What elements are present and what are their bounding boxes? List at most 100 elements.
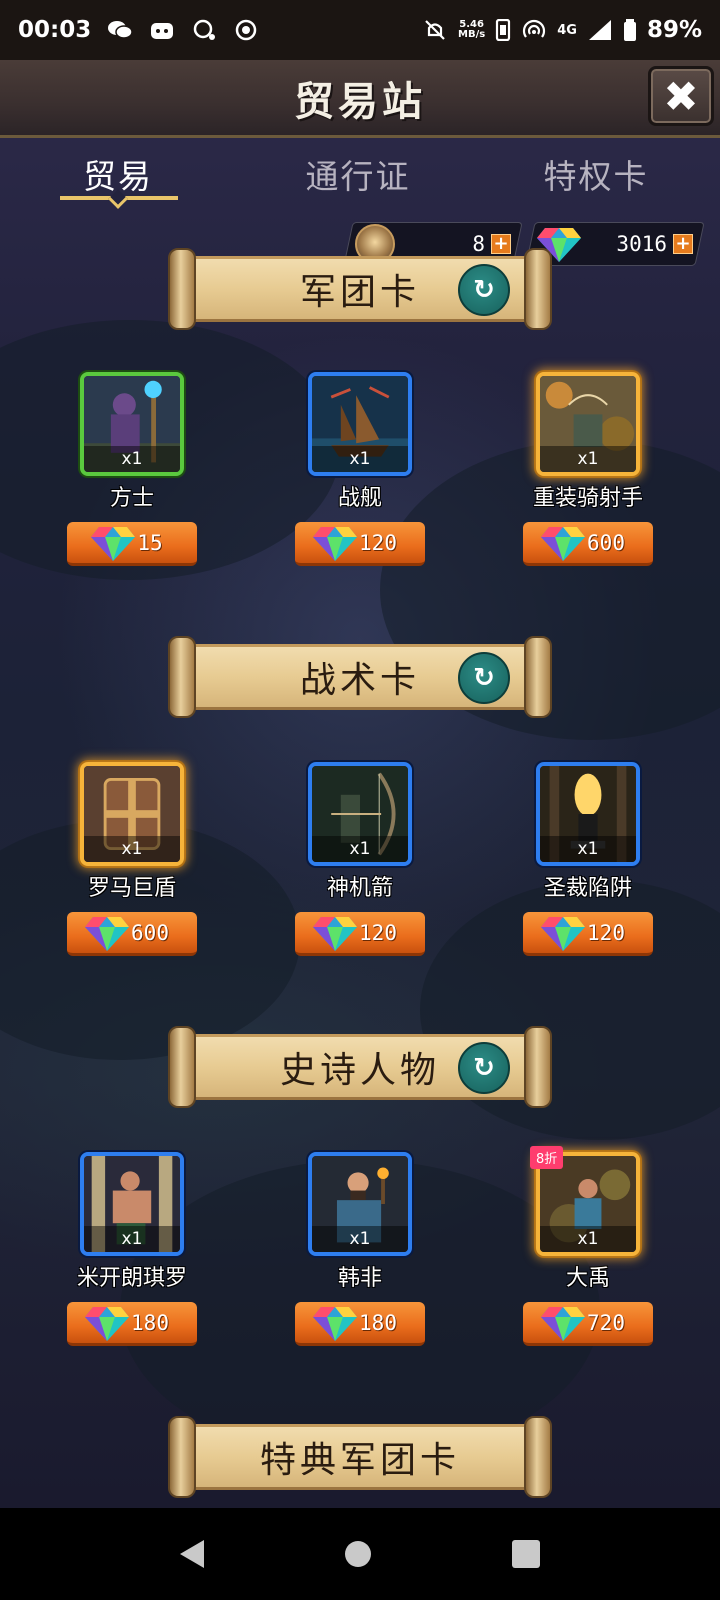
section-banner-legion-cards: 军团卡 ↻ bbox=[168, 248, 552, 330]
item-card[interactable]: x1 bbox=[308, 1152, 412, 1256]
refresh-button[interactable]: ↻ bbox=[458, 1042, 510, 1094]
mute-bell-icon bbox=[425, 20, 445, 40]
item-quantity: x1 bbox=[312, 446, 408, 472]
net-speed: 5.46 MB/s bbox=[458, 20, 485, 40]
gem-icon bbox=[85, 1303, 130, 1343]
discount-badge: 8折 bbox=[530, 1146, 564, 1169]
refresh-icon: ↻ bbox=[473, 663, 495, 693]
buy-button[interactable]: 720 bbox=[523, 1302, 653, 1346]
item-quantity: x1 bbox=[540, 1226, 636, 1252]
item-quantity: x1 bbox=[540, 836, 636, 862]
shop-item[interactable]: x1 罗马巨盾 600 bbox=[62, 762, 202, 956]
item-card[interactable]: x1 bbox=[308, 762, 412, 866]
tab-privilege-card[interactable]: 特权卡 bbox=[506, 150, 686, 198]
sim-icon bbox=[496, 19, 511, 41]
item-name: 米开朗琪罗 bbox=[76, 1266, 187, 1291]
hotspot-icon bbox=[523, 19, 546, 38]
price-value: 180 bbox=[131, 1310, 169, 1335]
tab-pass[interactable]: 通行证 bbox=[268, 150, 448, 198]
item-card[interactable]: x1 bbox=[80, 1152, 184, 1256]
gem-icon bbox=[541, 523, 586, 563]
buy-button[interactable]: 120 bbox=[523, 912, 653, 956]
signal-type: 4G bbox=[557, 22, 577, 38]
item-quantity: x1 bbox=[540, 446, 636, 472]
item-name: 战舰 bbox=[337, 486, 382, 511]
item-name: 韩非 bbox=[337, 1266, 382, 1291]
buy-button[interactable]: 180 bbox=[295, 1302, 425, 1346]
item-quantity: x1 bbox=[312, 836, 408, 862]
price-value: 120 bbox=[359, 530, 397, 555]
status-time: 00:03 bbox=[18, 17, 92, 43]
price-value: 720 bbox=[587, 1310, 625, 1335]
price-value: 120 bbox=[587, 920, 625, 945]
gem-icon bbox=[313, 913, 358, 953]
tab-bar: 贸易 通行证 特权卡 bbox=[0, 140, 720, 210]
gem-icon bbox=[313, 1303, 358, 1343]
buy-button[interactable]: 120 bbox=[295, 912, 425, 956]
gem-currency: 3016 + bbox=[525, 222, 705, 266]
buy-button[interactable]: 15 bbox=[67, 522, 197, 566]
net-speed-unit: MB/s bbox=[458, 29, 486, 40]
price-value: 600 bbox=[587, 530, 625, 555]
system-nav-bar bbox=[0, 1508, 720, 1600]
refresh-icon: ↻ bbox=[473, 275, 495, 305]
chat-bubble-icon bbox=[193, 19, 216, 40]
close-icon: ✖ bbox=[663, 71, 699, 121]
item-card[interactable]: x1 bbox=[80, 762, 184, 866]
item-card[interactable]: x1 bbox=[80, 372, 184, 476]
item-quantity: x1 bbox=[312, 1226, 408, 1252]
item-quantity: x1 bbox=[84, 446, 180, 472]
item-quantity: x1 bbox=[84, 1226, 180, 1252]
page-header: 贸易站 ✖ bbox=[0, 60, 720, 138]
gem-currency-value: 3016 bbox=[616, 232, 667, 256]
price-value: 600 bbox=[131, 920, 169, 945]
recent-apps-icon[interactable] bbox=[511, 1540, 540, 1568]
refresh-icon: ↻ bbox=[473, 1053, 495, 1083]
gem-add-button[interactable]: + bbox=[673, 233, 693, 254]
gem-icon bbox=[541, 913, 586, 953]
battery-percent: 89% bbox=[646, 17, 702, 43]
cell-signal-icon bbox=[588, 20, 611, 40]
shop-item[interactable]: x1 重装骑射手 600 bbox=[518, 372, 658, 566]
buy-button[interactable]: 600 bbox=[523, 522, 653, 566]
refresh-button[interactable]: ↻ bbox=[458, 652, 510, 704]
item-name: 方士 bbox=[109, 486, 154, 511]
shop-item[interactable]: x1 方士 15 bbox=[62, 372, 202, 566]
back-icon[interactable] bbox=[180, 1540, 205, 1568]
item-name: 神机箭 bbox=[326, 876, 393, 901]
gem-icon bbox=[85, 913, 130, 953]
section-title: 特典军团卡 bbox=[259, 1440, 460, 1481]
home-icon[interactable] bbox=[344, 1541, 371, 1567]
gem-icon bbox=[91, 523, 136, 563]
price-value: 180 bbox=[359, 1310, 397, 1335]
item-card[interactable]: x1 bbox=[308, 372, 412, 476]
battery-icon bbox=[623, 19, 636, 41]
price-value: 120 bbox=[359, 920, 397, 945]
item-name: 罗马巨盾 bbox=[87, 876, 176, 901]
notification-icons bbox=[107, 19, 259, 41]
buy-button[interactable]: 180 bbox=[67, 1302, 197, 1346]
item-quantity: x1 bbox=[84, 836, 180, 862]
item-name: 大禹 bbox=[565, 1266, 610, 1291]
gem-icon bbox=[313, 523, 358, 563]
shop-item[interactable]: x1 神机箭 120 bbox=[290, 762, 430, 956]
shop-item[interactable]: x1 韩非 180 bbox=[290, 1152, 430, 1346]
shop-item[interactable]: 8折 x1 大禹 720 bbox=[518, 1146, 658, 1346]
buy-button[interactable]: 120 bbox=[295, 522, 425, 566]
item-card[interactable]: x1 bbox=[536, 762, 640, 866]
record-icon bbox=[235, 19, 257, 41]
item-name: 重装骑射手 bbox=[532, 486, 643, 511]
item-name: 圣裁陷阱 bbox=[543, 876, 632, 901]
shop-item[interactable]: x1 圣裁陷阱 120 bbox=[518, 762, 658, 956]
item-card[interactable]: x1 bbox=[536, 372, 640, 476]
price-value: 15 bbox=[137, 530, 163, 555]
game-controller-icon bbox=[151, 23, 174, 39]
page-title: 贸易站 bbox=[294, 78, 426, 125]
shop-item[interactable]: x1 战舰 120 bbox=[290, 372, 430, 566]
close-button[interactable]: ✖ bbox=[648, 66, 714, 126]
wechat-icon bbox=[108, 21, 133, 39]
buy-button[interactable]: 600 bbox=[67, 912, 197, 956]
section-banner-special-legion-cards: 特典军团卡 bbox=[168, 1416, 552, 1498]
refresh-button[interactable]: ↻ bbox=[458, 264, 510, 316]
shop-item[interactable]: x1 米开朗琪罗 180 bbox=[62, 1152, 202, 1346]
